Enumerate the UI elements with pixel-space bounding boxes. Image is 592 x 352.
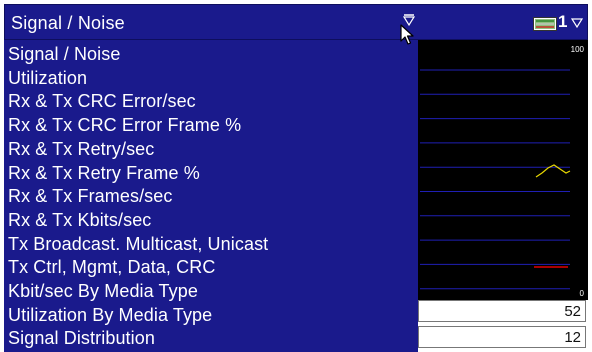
- menu-item[interactable]: Rx & Tx CRC Error/sec: [8, 91, 196, 112]
- y-min-label: 0: [580, 289, 585, 298]
- menu-item[interactable]: Rx & Tx Kbits/sec: [8, 210, 151, 231]
- menu-item[interactable]: Utilization By Media Type: [8, 305, 212, 326]
- y-max-label: 100: [571, 45, 585, 54]
- signal-noise-panel: Signal / Noise 1 Signal / Noise Utilizati…: [0, 0, 592, 352]
- menu-item[interactable]: Tx Ctrl, Mgmt, Data, CRC: [8, 257, 215, 278]
- noise-value-box: 12: [418, 326, 586, 348]
- signal-value: 52: [564, 303, 581, 320]
- signal-value-box: 52: [418, 300, 586, 322]
- menu-item[interactable]: Signal Distribution: [8, 328, 155, 349]
- signal-noise-graph: 100 0: [418, 40, 588, 300]
- chart-legend-icon[interactable]: [533, 17, 557, 31]
- chart-number-label[interactable]: 1: [558, 12, 567, 32]
- chart-dropdown-arrow-icon[interactable]: [571, 17, 583, 29]
- menu-item[interactable]: Rx & Tx CRC Error Frame %: [8, 115, 241, 136]
- menu-item[interactable]: Rx & Tx Frames/sec: [8, 186, 173, 207]
- graph-type-dropdown[interactable]: Signal / Noise 1: [4, 4, 588, 40]
- selected-graph-label: Signal / Noise: [11, 13, 125, 33]
- menu-item[interactable]: Signal / Noise: [8, 44, 120, 65]
- menu-item[interactable]: Tx Broadcast. Multicast, Unicast: [8, 234, 268, 255]
- graph-gridlines: [420, 69, 570, 290]
- noise-value: 12: [564, 329, 581, 346]
- mouse-pointer-icon: [400, 24, 414, 45]
- menu-item[interactable]: Rx & Tx Retry Frame %: [8, 163, 200, 184]
- graph-type-menu: Signal / Noise Utilization Rx & Tx CRC Err…: [4, 40, 418, 352]
- menu-item[interactable]: Kbit/sec By Media Type: [8, 281, 198, 302]
- menu-item[interactable]: Utilization: [8, 68, 87, 89]
- value-readout: 52 12: [418, 300, 588, 352]
- menu-item[interactable]: Rx & Tx Retry/sec: [8, 139, 154, 160]
